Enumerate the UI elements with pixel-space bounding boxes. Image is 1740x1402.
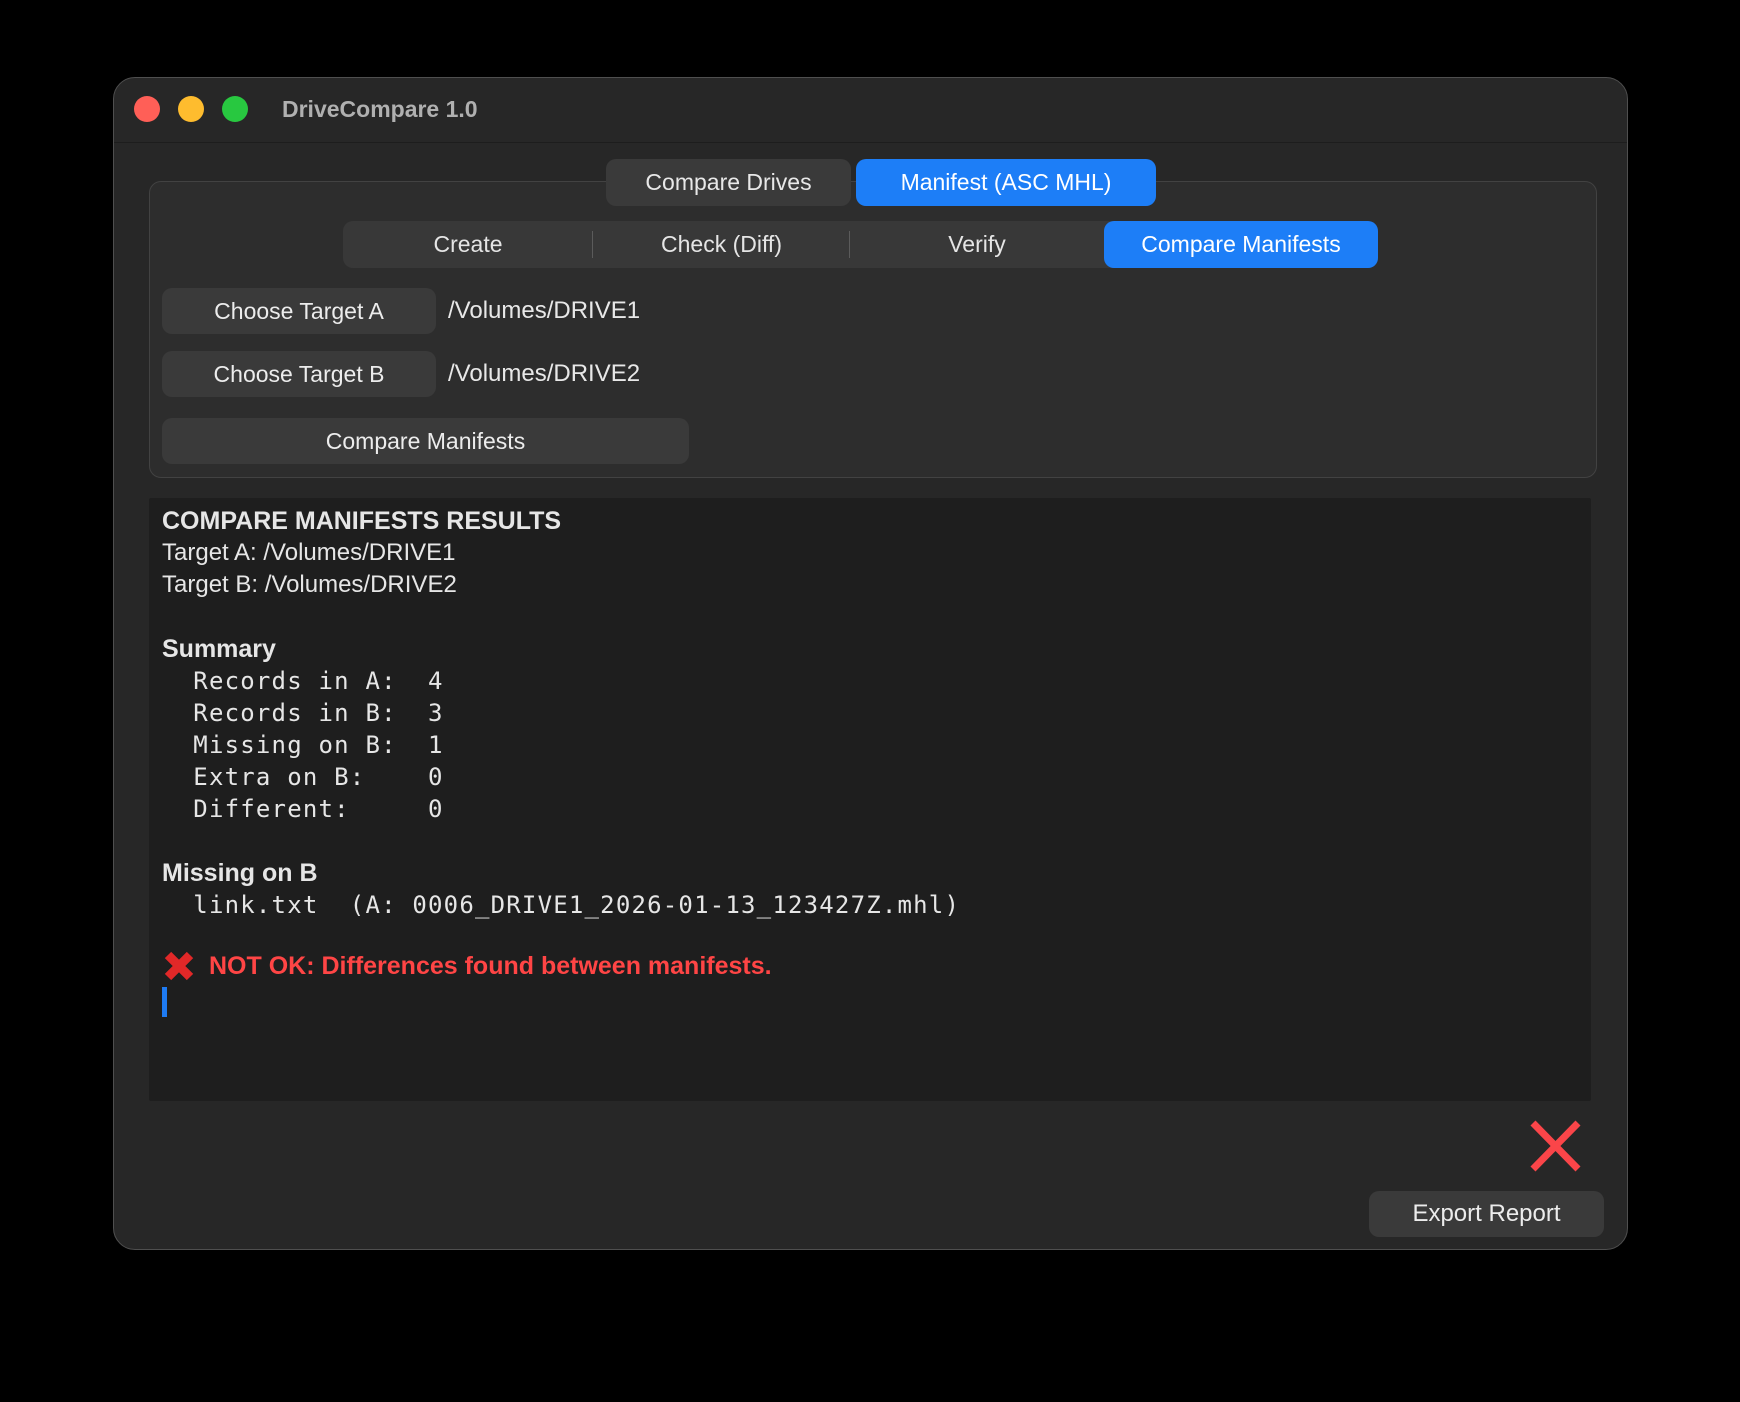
segment-check-diff[interactable]: Check (Diff) — [593, 221, 850, 268]
status-text: NOT OK: Differences found between manife… — [209, 952, 772, 981]
segment-verify[interactable]: Verify — [850, 221, 1104, 268]
close-window-button[interactable] — [134, 96, 160, 122]
summary-heading: Summary — [162, 633, 1581, 665]
zoom-window-button[interactable] — [222, 96, 248, 122]
segment-compare-manifests[interactable]: Compare Manifests — [1104, 221, 1378, 268]
window-title: DriveCompare 1.0 — [282, 96, 478, 123]
error-x-icon — [162, 949, 196, 983]
target-a-path: /Volumes/DRIVE1 — [448, 297, 640, 325]
results-target-a: Target A: /Volumes/DRIVE1 — [162, 537, 1581, 569]
summary-line: Missing on B: 1 — [162, 729, 1581, 761]
choose-target-a-button[interactable]: Choose Target A — [162, 288, 436, 334]
results-title: COMPARE MANIFESTS RESULTS — [162, 505, 1581, 537]
target-b-path: /Volumes/DRIVE2 — [448, 360, 640, 388]
summary-line: Records in A: 4 — [162, 665, 1581, 697]
manifest-mode-segmented-control: Create Check (Diff) Verify Compare Manif… — [343, 221, 1378, 268]
tab-compare-drives[interactable]: Compare Drives — [606, 159, 851, 206]
missing-file-line: link.txt (A: 0006_DRIVE1_2026-01-13_1234… — [162, 889, 1581, 921]
blank-line — [162, 825, 1581, 857]
choose-target-b-button[interactable]: Choose Target B — [162, 351, 436, 397]
app-window: DriveCompare 1.0 Compare Drives Manifest… — [113, 77, 1628, 1250]
title-bar: DriveCompare 1.0 — [114, 78, 1627, 143]
compare-manifests-button[interactable]: Compare Manifests — [162, 418, 689, 464]
failure-x-icon — [1528, 1119, 1582, 1173]
summary-line: Extra on B: 0 — [162, 761, 1581, 793]
minimize-window-button[interactable] — [178, 96, 204, 122]
results-text-area[interactable]: COMPARE MANIFESTS RESULTS Target A: /Vol… — [149, 498, 1591, 1101]
status-line: NOT OK: Differences found between manife… — [162, 947, 1581, 985]
missing-on-b-heading: Missing on B — [162, 857, 1581, 889]
summary-line: Different: 0 — [162, 793, 1581, 825]
summary-line: Records in B: 3 — [162, 697, 1581, 729]
text-cursor — [162, 987, 167, 1017]
results-content: COMPARE MANIFESTS RESULTS Target A: /Vol… — [162, 505, 1581, 1017]
results-target-b: Target B: /Volumes/DRIVE2 — [162, 569, 1581, 601]
segment-create[interactable]: Create — [343, 221, 593, 268]
blank-line — [162, 601, 1581, 633]
export-report-button[interactable]: Export Report — [1369, 1191, 1604, 1237]
tab-manifest-asc-mhl[interactable]: Manifest (ASC MHL) — [856, 159, 1156, 206]
